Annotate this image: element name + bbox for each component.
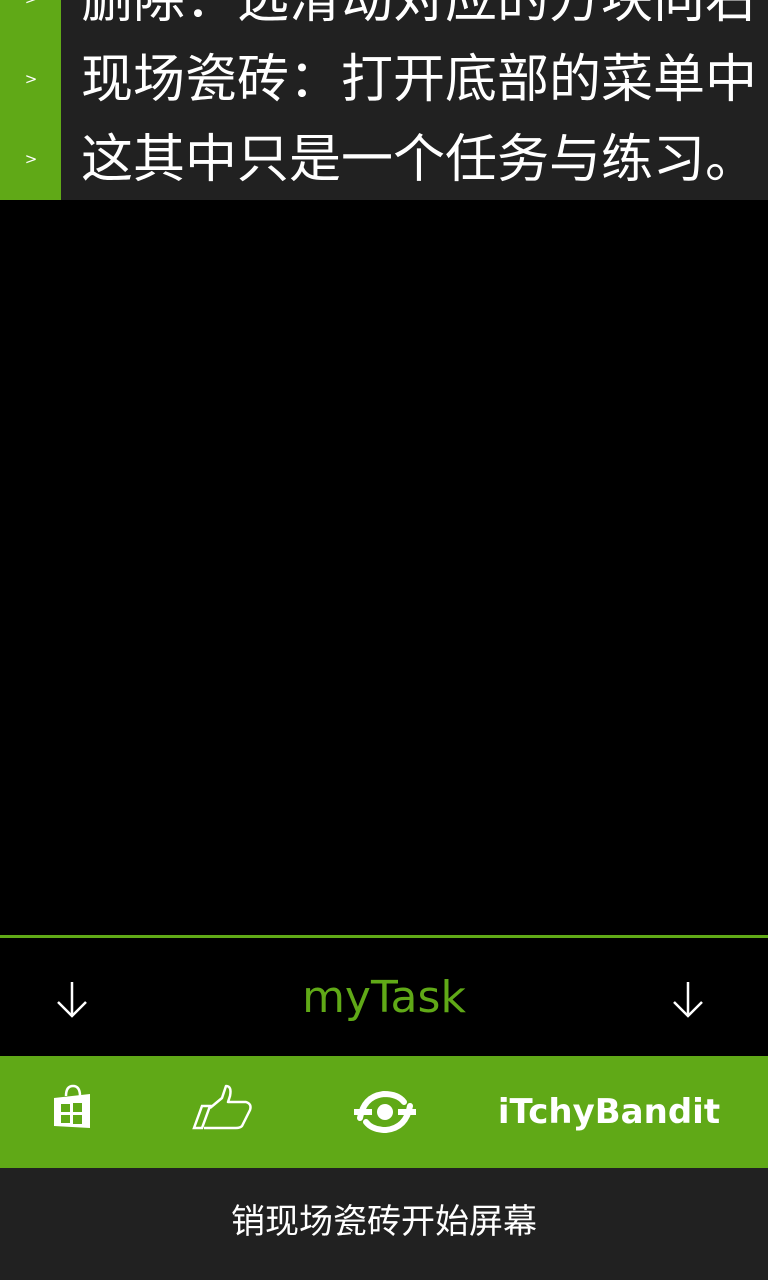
- task-text: 这其中只是一个任务与练习。: [81, 130, 758, 190]
- bottom-bar: 销现场瓷砖开始屏幕: [0, 1168, 768, 1280]
- expand-left-button[interactable]: [50, 978, 94, 1022]
- brand-button[interactable]: iTchyBandit: [488, 1086, 730, 1138]
- app-screen: > 删除：选滑动对应的方块向右 > 现场瓷砖：打开底部的菜单中 > 这其中只是一…: [0, 0, 768, 1280]
- chevron-right-icon: >: [24, 70, 38, 88]
- task-row[interactable]: > 删除：选滑动对应的方块向右: [0, 0, 768, 40]
- task-marker: >: [0, 0, 61, 40]
- app-header: myTask: [0, 938, 768, 1056]
- chevron-right-icon: >: [22, 0, 40, 10]
- task-marker: >: [0, 40, 61, 120]
- down-arrow-icon: [673, 982, 703, 1018]
- task-row[interactable]: > 现场瓷砖：打开底部的菜单中: [0, 40, 768, 120]
- task-text: 删除：选滑动对应的方块向右: [81, 0, 758, 30]
- toolbar: iTchyBandit: [0, 1056, 768, 1168]
- task-list: > 删除：选滑动对应的方块向右 > 现场瓷砖：打开底部的菜单中 > 这其中只是一…: [0, 0, 768, 200]
- app-title: myTask: [302, 972, 466, 1023]
- down-arrow-icon: [57, 982, 87, 1018]
- chevron-right-icon: >: [24, 150, 38, 168]
- task-row[interactable]: > 这其中只是一个任务与练习。: [0, 120, 768, 200]
- thumbs-up-icon: [192, 1084, 252, 1130]
- unpin-start-button[interactable]: 销现场瓷砖开始屏幕: [0, 1196, 768, 1248]
- task-text: 现场瓷砖：打开底部的菜单中: [81, 50, 758, 110]
- like-button[interactable]: [188, 1056, 258, 1168]
- store-bag-icon: [54, 1084, 90, 1128]
- store-button[interactable]: [40, 1056, 104, 1168]
- expand-right-button[interactable]: [666, 978, 710, 1022]
- bandit-logo-icon: [354, 1090, 416, 1134]
- bandit-button[interactable]: [350, 1056, 420, 1168]
- task-marker: >: [0, 120, 61, 200]
